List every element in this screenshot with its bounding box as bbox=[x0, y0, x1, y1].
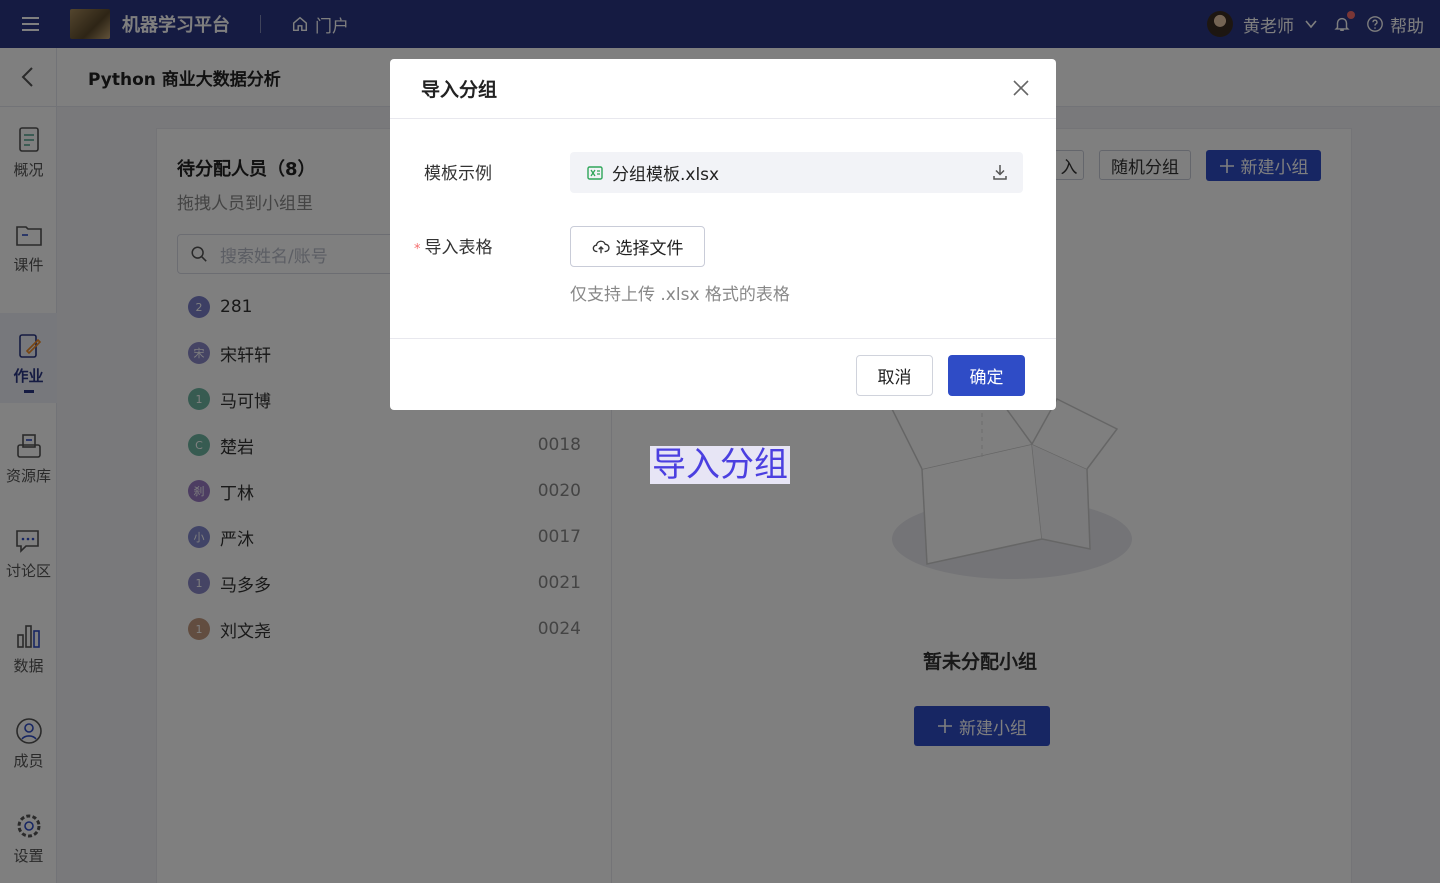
dialog-header: 导入分组 bbox=[390, 59, 1056, 119]
import-table-label: * 导入表格 bbox=[414, 233, 493, 258]
excel-file-icon bbox=[587, 165, 603, 180]
template-file-name: 分组模板.xlsx bbox=[612, 165, 720, 185]
dialog-footer: 取消 确定 bbox=[390, 338, 1056, 410]
cloud-upload-icon bbox=[592, 240, 610, 253]
import-table-label-text: 导入表格 bbox=[424, 238, 493, 258]
download-icon[interactable] bbox=[991, 163, 1009, 181]
floating-import-label: 导入分组 bbox=[650, 445, 790, 485]
template-file-row[interactable]: 分组模板.xlsx bbox=[570, 152, 1023, 193]
confirm-button[interactable]: 确定 bbox=[948, 355, 1025, 396]
choose-file-button[interactable]: 选择文件 bbox=[570, 226, 705, 267]
upload-hint: 仅支持上传 .xlsx 格式的表格 bbox=[570, 285, 790, 305]
dialog-title: 导入分组 bbox=[421, 79, 498, 101]
import-group-dialog: 导入分组 模板示例 分组模板.xlsx * 导入表格 选择文件 仅支持上传 .xl… bbox=[390, 59, 1056, 410]
required-mark: * bbox=[414, 242, 421, 257]
close-icon[interactable] bbox=[1010, 77, 1032, 99]
template-label: 模板示例 bbox=[424, 164, 492, 184]
choose-file-label: 选择文件 bbox=[615, 239, 684, 259]
cancel-button[interactable]: 取消 bbox=[856, 355, 933, 396]
